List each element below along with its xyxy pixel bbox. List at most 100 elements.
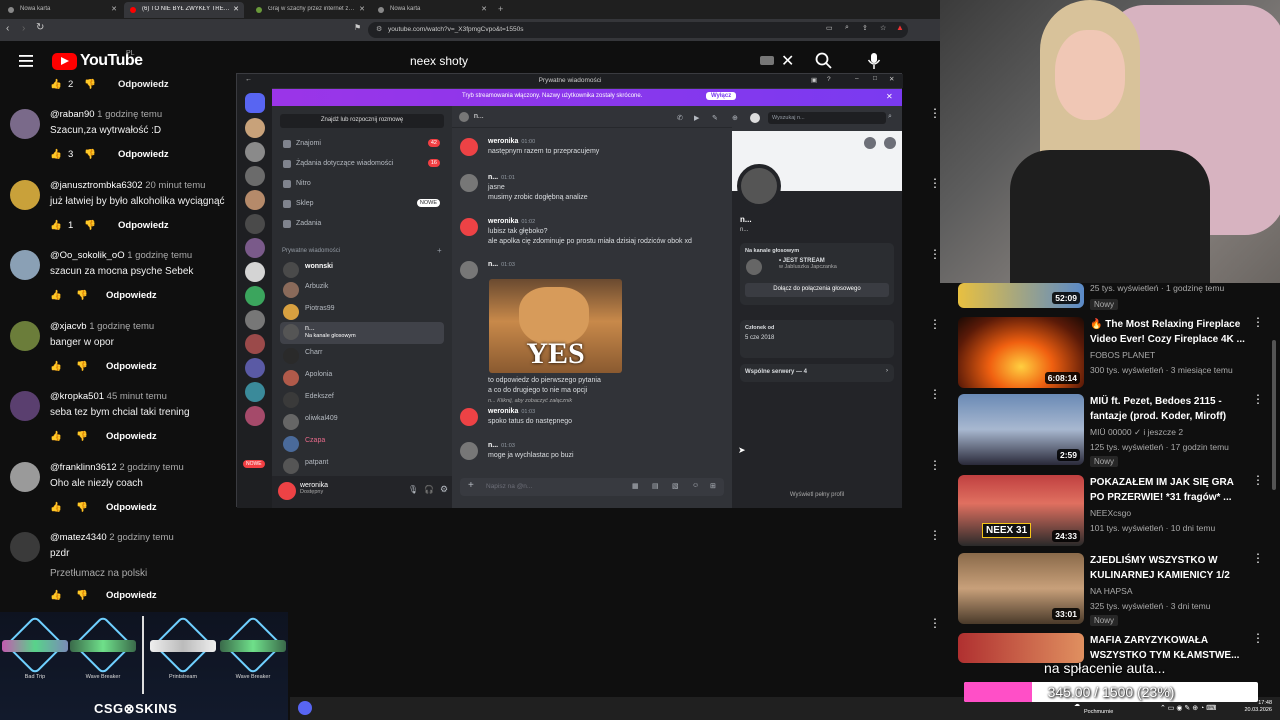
apps-icon[interactable]: ⊞ [710,482,716,490]
close-tab-icon[interactable]: ✕ [111,5,117,13]
server-icon[interactable] [245,334,265,354]
disable-streamer-mode-button[interactable]: Wyłącz [706,92,737,100]
like-icon[interactable]: 👍 [50,220,62,231]
profile-avatar[interactable] [737,164,781,208]
channel-name[interactable]: NA HAPSA [1090,586,1133,596]
video-thumbnail[interactable] [958,633,1084,663]
dm-item[interactable]: Arbuzik [280,280,444,300]
dislike-icon[interactable]: 👎 [84,149,96,160]
video-title[interactable]: MIÜ ft. Pezet, Bedoes 2115 - fantazje (p… [1090,394,1250,424]
voice-search-icon[interactable] [867,52,881,70]
reply-preview[interactable]: n... Kliknij, aby zobaczyć załącznik [488,398,572,404]
cast-icon[interactable]: ▭ [826,24,833,32]
video-thumbnail[interactable]: 2:59 [958,394,1084,465]
like-icon[interactable]: 👍 [50,149,62,160]
search-icon[interactable]: ⌕ [888,113,892,121]
server-icon[interactable] [245,238,265,258]
message-author[interactable]: n... [488,261,498,268]
reply-button[interactable]: Odpowiedz [106,502,157,513]
avatar[interactable] [10,532,40,562]
comment-time[interactable]: 2 godziny temu [109,532,173,543]
find-conversation-button[interactable]: Znajdź lub rozpocznij rozmowę [280,114,444,128]
avatar[interactable] [10,391,40,421]
browser-tab[interactable]: Graj w szachy przez internet za darmo✕ [250,2,370,18]
more-options-icon[interactable]: ⋮ [929,529,941,541]
comment-author[interactable]: @franklinn3612 [50,462,117,473]
nav-shop[interactable]: Sklep NOWE [280,196,444,212]
menu-icon[interactable] [19,55,33,67]
video-card[interactable]: 2:59 MIÜ ft. Pezet, Bedoes 2115 - fantaz… [958,394,1258,469]
server-icon[interactable] [245,118,265,138]
comment-time[interactable]: 1 godzinę temu [89,321,154,332]
reload-icon[interactable]: ↻ [36,22,44,33]
home-icon[interactable] [245,93,265,113]
avatar[interactable] [460,408,478,426]
more-options-icon[interactable]: ⋮ [929,459,941,471]
call-icon[interactable]: ✆ [677,114,683,122]
bookmark-icon[interactable]: ⚑ [354,23,361,32]
help-icon[interactable]: ? [827,76,831,83]
comment-time[interactable]: 1 godzinę temu [127,250,192,261]
translate-link[interactable]: Przetłumacz na polski [50,568,147,579]
headphones-icon[interactable]: 🎧 [424,485,434,494]
dm-item[interactable]: oliwkal409 [280,412,444,432]
more-options-icon[interactable]: ⋮ [1252,632,1264,644]
message-author[interactable]: n... [488,174,498,181]
more-options-icon[interactable]: ⋮ [929,318,941,330]
add-friend-icon[interactable] [864,137,876,149]
avatar[interactable] [278,482,296,500]
dislike-icon[interactable]: 👎 [76,502,88,513]
avatar[interactable] [459,112,469,122]
add-friend-icon[interactable]: ⊕ [732,114,738,122]
reply-button[interactable]: Odpowiedz [118,149,169,160]
zoom-icon[interactable]: ⌕ [845,24,849,32]
video-card[interactable]: MAFIA ZARYZYKOWAŁA WSZYSTKO TYM KŁAMSTWE… [958,633,1258,663]
close-tab-icon[interactable]: ✕ [481,5,487,13]
server-icon[interactable] [245,382,265,402]
dm-item-selected[interactable]: n... Na kanale głosowym [280,322,444,344]
channel-name[interactable]: MIÜ 00000 ✓ i jeszcze 2 [1090,427,1183,438]
like-icon[interactable]: 👍 [50,290,62,301]
video-thumbnail[interactable]: NEEX 31 24:33 [958,475,1084,546]
extension-icon[interactable]: ▲ [896,23,904,32]
scrollbar[interactable] [1272,340,1276,490]
comment-author[interactable]: @xjacvb [50,321,87,332]
search-icon[interactable] [815,52,832,69]
avatar[interactable] [10,462,40,492]
dm-item[interactable]: wonnski [280,260,444,280]
more-options-icon[interactable] [884,137,896,149]
like-icon[interactable]: 👍 [50,502,62,513]
comment-author[interactable]: @janusztrombka6302 [50,180,143,191]
more-options-icon[interactable]: ⋮ [929,107,941,119]
video-icon[interactable]: ▶ [694,114,699,122]
chat-search-input[interactable]: Wyszukaj n... [768,112,886,124]
reply-button[interactable]: Odpowiedz [106,431,157,442]
avatar[interactable] [460,442,478,460]
video-title[interactable]: ZJEDLIŚMY WSZYSTKO W KULINARNEJ KAMIENIC… [1090,553,1250,583]
comment-author[interactable]: @Oo_sokolik_oO [50,250,125,261]
dm-item[interactable]: Piotras99 [280,302,444,322]
attach-plus-icon[interactable]: + [468,480,474,491]
avatar[interactable] [460,138,478,156]
comment-author[interactable]: @raban90 [50,109,95,120]
profile-toggle-icon[interactable] [750,113,760,123]
nav-friends[interactable]: Znajomi 42 [280,136,444,152]
meme-image[interactable]: YES [489,279,622,373]
more-options-icon[interactable]: ⋮ [1252,316,1264,328]
mutual-servers-row[interactable]: Wspólne serwery — 4 › [740,364,894,382]
server-icon[interactable] [245,262,265,282]
avatar[interactable] [460,174,478,192]
dislike-icon[interactable]: 👎 [84,79,96,90]
inbox-icon[interactable]: ▣ [811,76,817,84]
video-card[interactable]: 52:09 25 tys. wyświetleń · 1 godzinę tem… [958,283,1258,313]
like-icon[interactable]: 👍 [50,431,62,442]
reply-button[interactable]: Odpowiedz [106,590,157,601]
back-icon[interactable]: ‹ [6,23,9,34]
message-author[interactable]: weronika [488,138,518,145]
dm-item[interactable]: Charr [280,346,444,366]
create-dm-icon[interactable]: + [437,246,442,255]
avatar[interactable] [10,109,40,139]
discord-taskbar-icon[interactable] [298,701,312,715]
avatar[interactable] [10,250,40,280]
more-options-icon[interactable]: ⋮ [1252,474,1264,486]
